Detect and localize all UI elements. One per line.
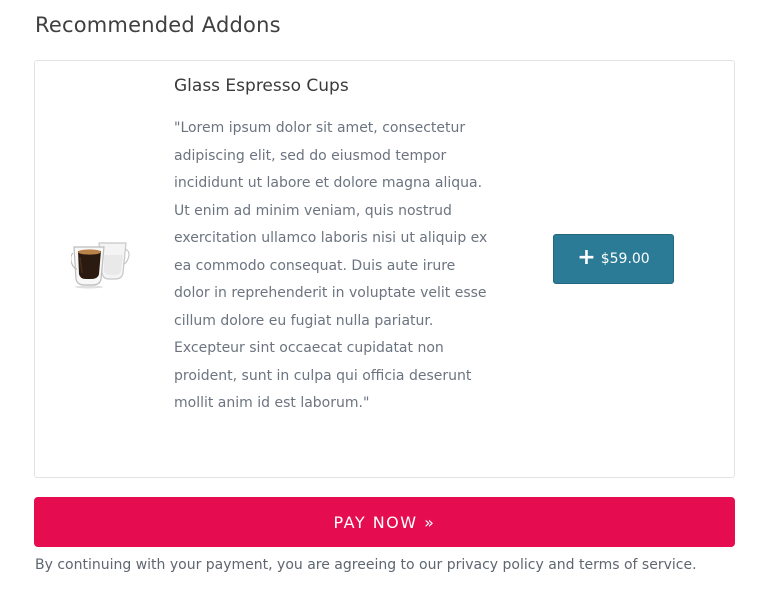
addon-name: Glass Espresso Cups <box>174 76 349 96</box>
addon-card: Glass Espresso Cups "Lorem ipsum dolor s… <box>34 60 735 478</box>
addon-description: "Lorem ipsum dolor sit amet, consectetur… <box>174 120 488 411</box>
terms-text: By continuing with your payment, you are… <box>35 557 697 573</box>
page-title: Recommended Addons <box>35 13 281 37</box>
addon-price: $59.00 <box>600 251 650 267</box>
plus-icon: + <box>577 245 596 270</box>
add-addon-button[interactable]: + $59.00 <box>553 234 674 284</box>
pay-now-label: PAY NOW » <box>333 512 436 532</box>
espresso-cups-image <box>70 229 131 289</box>
pay-now-button[interactable]: PAY NOW » <box>34 497 735 547</box>
